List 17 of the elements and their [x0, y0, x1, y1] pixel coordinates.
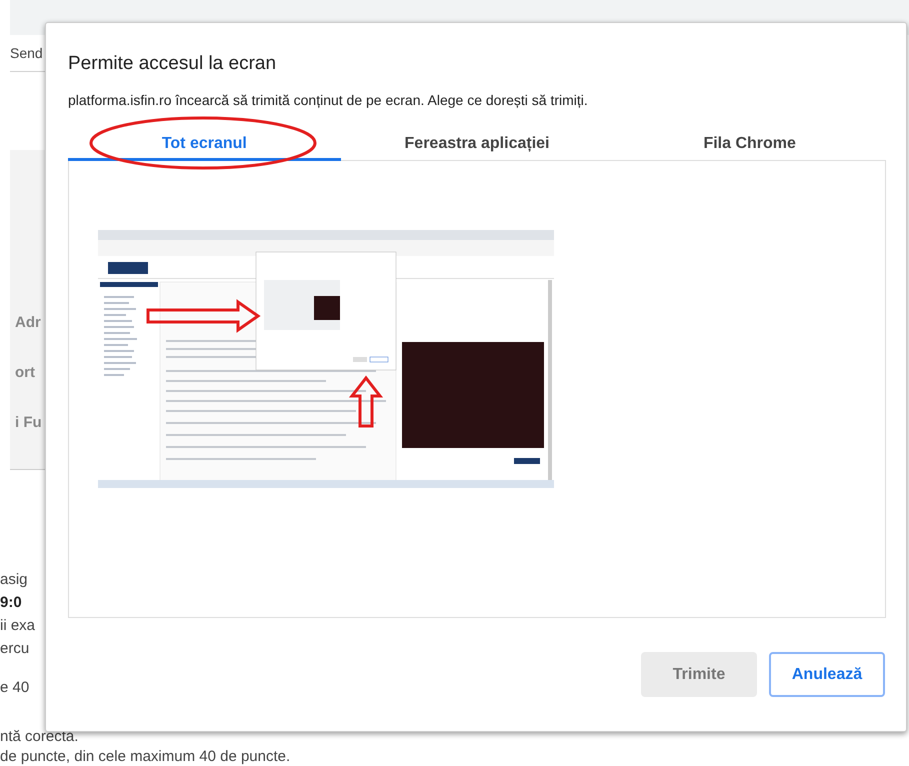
- tab[interactable]: Fereastra aplicației: [340, 127, 614, 161]
- body-text: e 40: [0, 678, 30, 698]
- tab[interactable]: Fila Chrome: [613, 127, 886, 161]
- dialog-message: platforma.isfin.ro încearcă să trimită conținut de pe ecran. Alege ce dorești să trimiți.: [68, 91, 588, 109]
- side-menu-item[interactable]: i Fu: [15, 413, 42, 433]
- body-text: ii exa: [0, 616, 36, 636]
- dialog-title: Permite accesul la ecran: [68, 52, 276, 76]
- side-menu-item[interactable]: Adr: [15, 313, 41, 333]
- body-text: ntă corectă.: [0, 728, 78, 746]
- side-menu-item[interactable]: ort: [15, 363, 35, 383]
- header-text: Send: [10, 46, 43, 60]
- cancel-button[interactable]: Anulează: [769, 652, 885, 697]
- body-text: 9:0: [0, 593, 22, 613]
- body-text: asig: [0, 570, 28, 590]
- body-text: de puncte, din cele maximum 40 de puncte.: [0, 748, 290, 766]
- tab[interactable]: Tot ecranul: [68, 127, 341, 161]
- body-text: ercu: [0, 639, 30, 659]
